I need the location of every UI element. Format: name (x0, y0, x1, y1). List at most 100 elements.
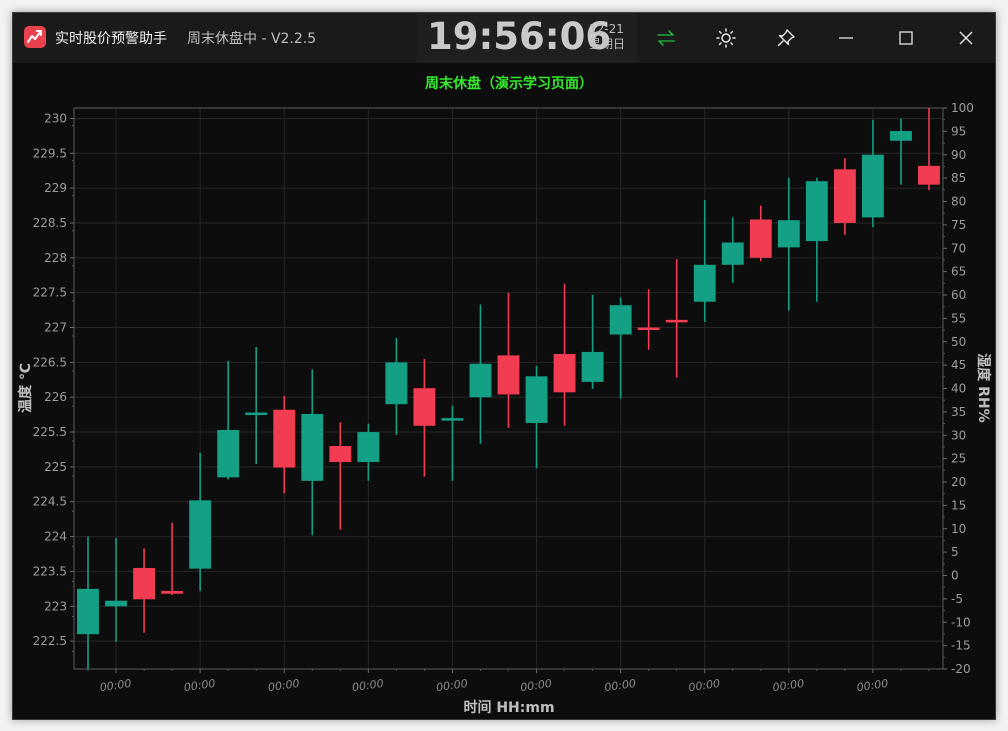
x-tick-label: 00:00 (688, 677, 721, 694)
clock-date: 12-21 (589, 22, 624, 36)
candle-body (161, 590, 184, 594)
left-tick-label: 230 (44, 111, 67, 125)
right-tick-label: -10 (951, 615, 971, 629)
candle-body (273, 409, 296, 468)
sun-icon (716, 28, 736, 48)
minimize-icon (839, 37, 853, 39)
right-axis: -20 -15 -10 -5 0 5 10 15 20 25 30 35 40 45 50 55 60 65 70 7… (943, 101, 974, 676)
left-tick-label: 226 (44, 390, 67, 404)
candle-body (357, 432, 380, 463)
candle-body (777, 220, 800, 248)
candle-body (189, 500, 212, 569)
app-status: 周末休盘中 - V2.2.5 (187, 31, 317, 47)
right-tick-label: 15 (951, 498, 966, 512)
left-tick-label: 225 (44, 460, 67, 474)
left-tick-label: 228.5 (33, 216, 67, 230)
x-axis: 00:00 00:00 00:00 00:00 00:00 00:00 00:00 00:00… (87, 669, 930, 694)
candle-body (693, 264, 716, 302)
candle-body (329, 445, 352, 463)
left-tick-label: 229 (44, 181, 67, 195)
minimize-button[interactable] (816, 13, 876, 63)
candle-body (301, 413, 324, 481)
left-tick-label: 229.5 (33, 146, 67, 160)
left-tick-label: 224.5 (33, 495, 67, 509)
clock: 19:56:06 12-21 星期日 (417, 13, 637, 63)
theme-button[interactable] (696, 13, 756, 63)
candles (77, 108, 940, 669)
candle-body (77, 588, 99, 635)
candle-body (609, 305, 632, 335)
pin-button[interactable] (756, 13, 816, 63)
right-tick-label: 40 (951, 382, 966, 396)
right-tick-label: 75 (951, 218, 966, 232)
candle-body (441, 418, 464, 421)
candle-body (665, 319, 688, 323)
close-button[interactable] (936, 13, 995, 63)
maximize-button[interactable] (876, 13, 936, 63)
right-tick-label: -5 (951, 592, 963, 606)
swap-button[interactable] (636, 13, 696, 63)
left-tick-label: 227 (44, 321, 67, 335)
clock-time: 19:56:06 (427, 15, 612, 58)
candle-body (749, 219, 772, 258)
chart-title: 周末休盘（演示学习页面） (425, 75, 593, 92)
left-tick-label: 227.5 (33, 286, 67, 300)
app-logo-icon (24, 26, 46, 48)
x-tick-label: 00:00 (99, 677, 132, 694)
x-tick-label: 00:00 (772, 677, 805, 694)
candle-body (553, 354, 576, 393)
candle-body (833, 169, 856, 223)
chart-area[interactable]: 222.5 223 223.5 224 224.5 225 225.5 226 226.5 227… (13, 63, 995, 719)
candle-body (245, 412, 268, 416)
candle-body (385, 362, 408, 405)
left-tick-label: 223 (44, 599, 67, 613)
right-tick-label: 85 (951, 171, 966, 185)
x-tick-label: 00:00 (604, 677, 637, 694)
app-window: 实时股价预警助手 周末休盘中 - V2.2.5 19:56:06 12-21 星… (12, 12, 996, 720)
candle-body (525, 376, 548, 423)
clock-weekday: 星期日 (589, 37, 626, 51)
right-tick-label: 65 (951, 265, 966, 279)
title-bar[interactable]: 实时股价预警助手 周末休盘中 - V2.2.5 19:56:06 12-21 星… (13, 13, 995, 63)
y-axis-left-label: 温度 ℃ (17, 363, 34, 413)
right-tick-label: 100 (951, 101, 974, 115)
left-tick-label: 223.5 (33, 564, 67, 578)
app-name: 实时股价预警助手 (55, 31, 167, 47)
candle-body (497, 355, 520, 395)
right-tick-label: 90 (951, 148, 966, 162)
right-tick-label: -15 (951, 639, 971, 653)
x-tick-label: 00:00 (519, 677, 552, 694)
right-tick-label: 50 (951, 335, 966, 349)
y-axis-right-label: 湿度 RH% (975, 353, 992, 422)
left-tick-label: 222.5 (33, 634, 67, 648)
right-tick-label: 25 (951, 452, 966, 466)
candle-body (133, 567, 156, 600)
x-tick-label: 00:00 (435, 677, 468, 694)
candle-body (581, 351, 604, 382)
candle-body (105, 600, 127, 607)
swap-arrows-icon (657, 30, 675, 46)
x-tick-label: 00:00 (183, 677, 216, 694)
right-tick-label: 10 (951, 522, 966, 536)
right-tick-label: -20 (951, 662, 971, 676)
x-tick-label: 00:00 (351, 677, 384, 694)
candle-body (918, 165, 940, 185)
maximize-icon (899, 31, 913, 45)
left-axis: 222.5 223 223.5 224 224.5 225 225.5 226 226.5 227… (33, 111, 74, 652)
candle-body (890, 130, 912, 141)
candle-body (805, 181, 828, 242)
right-tick-label: 55 (951, 311, 966, 325)
right-tick-label: 80 (951, 195, 966, 209)
right-tick-label: 0 (951, 569, 959, 583)
left-tick-label: 228 (44, 251, 67, 265)
right-tick-label: 45 (951, 358, 966, 372)
candlestick-chart[interactable]: 222.5 223 223.5 224 224.5 225 225.5 226 226.5 227… (13, 63, 995, 719)
candle-body (413, 388, 436, 426)
x-tick-label: 00:00 (856, 677, 889, 694)
close-icon (959, 31, 973, 45)
right-tick-label: 5 (951, 545, 959, 559)
left-tick-label: 226.5 (33, 355, 67, 369)
right-tick-label: 95 (951, 124, 966, 138)
right-tick-label: 20 (951, 475, 966, 489)
x-axis-label: 时间 HH:mm (463, 699, 554, 716)
